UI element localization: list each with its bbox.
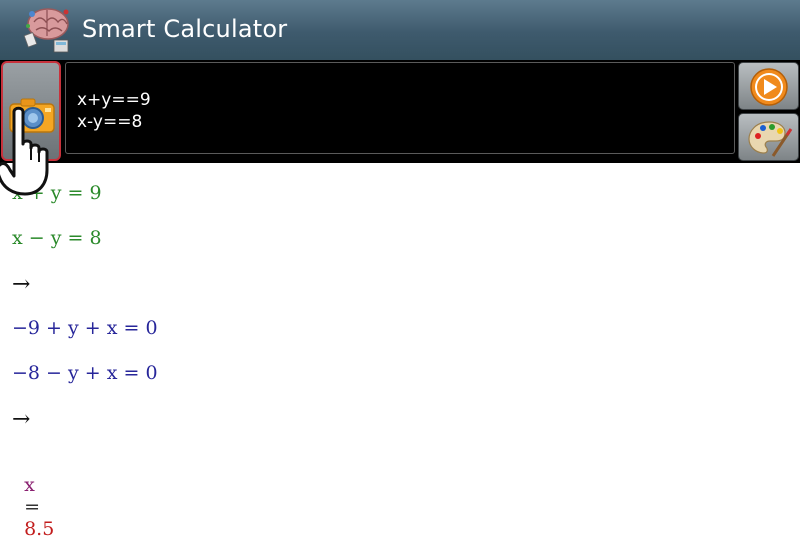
answer-variable: x <box>24 474 35 496</box>
app-title: Smart Calculator <box>82 15 288 43</box>
play-icon <box>750 68 788 106</box>
hand-pointer-icon <box>0 106 49 196</box>
result-arrow-2: → <box>12 407 31 432</box>
result-equation-3: −9 + y + x = 0 <box>12 317 158 339</box>
palette-button[interactable] <box>738 113 799 161</box>
answer-value: 8.5 <box>24 518 55 540</box>
result-answer: x = 8.5 <box>12 452 54 540</box>
palette-icon <box>748 121 793 157</box>
run-button[interactable] <box>738 62 799 110</box>
action-bar: Smart Calculator <box>0 0 800 61</box>
answer-equals: = <box>24 496 41 518</box>
result-equation-2: x − y = 8 <box>12 227 102 249</box>
expression-line-2: x-y==8 <box>77 112 143 132</box>
result-arrow-1: → <box>12 272 31 297</box>
expression-line-1: x+y==9 <box>77 90 151 110</box>
brain-calculator-icon <box>23 8 69 53</box>
expression-input[interactable]: x+y==9 x-y==8 <box>65 62 735 154</box>
result-equation-4: −8 − y + x = 0 <box>12 362 158 384</box>
